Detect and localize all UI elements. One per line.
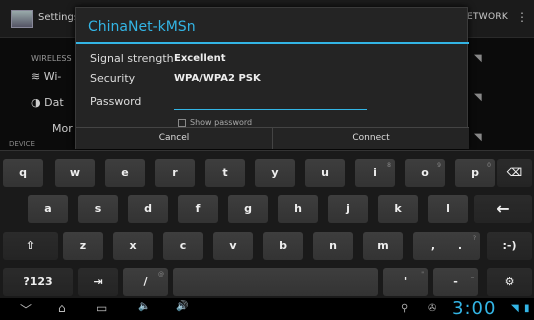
key-r[interactable]: r: [155, 159, 195, 187]
key-period[interactable]: .?: [440, 232, 480, 260]
key-apostrophe[interactable]: ' ": [383, 268, 428, 296]
key-h[interactable]: h: [278, 195, 318, 223]
emoji-key[interactable]: :-): [487, 232, 532, 260]
tab-key[interactable]: ⇥: [78, 268, 118, 296]
key-label: .: [457, 239, 463, 252]
keyboard-settings-key[interactable]: ⚙: [487, 268, 532, 296]
key-label: /: [143, 275, 148, 288]
backspace-key[interactable]: ⌫: [497, 159, 532, 187]
key-hint: _: [471, 271, 474, 278]
cancel-button[interactable]: Cancel: [76, 128, 273, 149]
checkbox-box: [178, 118, 186, 127]
key-c[interactable]: c: [163, 232, 203, 260]
key-y[interactable]: y: [255, 159, 295, 187]
key-label: o: [421, 166, 429, 179]
shift-key[interactable]: ⇧: [3, 232, 58, 260]
connect-button[interactable]: Connect: [273, 128, 469, 149]
wifi-connect-dialog: ChinaNet-kMSn Signal strength Excellent …: [75, 7, 469, 149]
navigation-bar: ﹀ ⌂ ▭ 🔈 🔊 ⚲ ✇ 3:00 ◥ ▮: [0, 298, 534, 320]
dialog-button-bar: Cancel Connect: [76, 127, 469, 149]
signal-strength-label: Signal strength: [90, 52, 174, 65]
key-dash[interactable]: - _: [433, 268, 478, 296]
key-label: ': [403, 275, 408, 288]
key-g[interactable]: g: [228, 195, 268, 223]
recent-apps-icon[interactable]: ▭: [96, 301, 107, 315]
add-network-button[interactable]: ETWORK: [467, 12, 508, 22]
settings-app-icon: [11, 10, 33, 28]
key-t[interactable]: t: [205, 159, 245, 187]
key-d[interactable]: d: [128, 195, 168, 223]
key-hint: ": [421, 271, 424, 278]
battery-icon: ▮: [524, 303, 530, 314]
show-password-checkbox[interactable]: Show password: [178, 118, 252, 127]
key-label: p: [471, 166, 479, 179]
clock: 3:00: [452, 298, 497, 319]
space-key[interactable]: [173, 268, 378, 296]
key-slash[interactable]: / @: [123, 268, 168, 296]
device-header: DEVICE: [9, 140, 35, 148]
key-s[interactable]: s: [78, 195, 118, 223]
app-title: Settings: [38, 12, 80, 23]
key-v[interactable]: v: [213, 232, 253, 260]
security-value: WPA/WPA2 PSK: [174, 73, 261, 84]
key-hint: ?: [472, 235, 476, 242]
key-x[interactable]: x: [113, 232, 153, 260]
signal-strength-value: Excellent: [174, 53, 226, 64]
key-b[interactable]: b: [263, 232, 303, 260]
key-w[interactable]: w: [55, 159, 95, 187]
key-label: -: [453, 275, 458, 288]
key-l[interactable]: l: [428, 195, 468, 223]
back-icon[interactable]: ﹀: [20, 301, 32, 318]
data-label: Dat: [44, 96, 64, 109]
wifi-signal-icon: ◥: [474, 92, 482, 103]
wifi-status-icon: ◥: [511, 303, 519, 314]
password-label: Password: [90, 95, 142, 108]
usb-icon: ⚲: [401, 303, 409, 314]
enter-key[interactable]: ←: [474, 195, 532, 223]
usb-debug-icon: ✇: [428, 303, 437, 314]
key-a[interactable]: a: [28, 195, 68, 223]
wifi-setting-item[interactable]: ≋ Wi-: [31, 70, 61, 83]
key-p[interactable]: p0: [455, 159, 495, 187]
home-icon[interactable]: ⌂: [58, 301, 66, 315]
symbols-key[interactable]: ?123: [3, 268, 73, 296]
key-f[interactable]: f: [178, 195, 218, 223]
key-i[interactable]: i8: [355, 159, 395, 187]
volume-up-icon[interactable]: 🔊: [176, 301, 188, 312]
key-label: ,: [430, 239, 436, 252]
overflow-menu-icon[interactable]: ⋮: [516, 10, 528, 24]
key-o[interactable]: o9: [405, 159, 445, 187]
key-z[interactable]: z: [63, 232, 103, 260]
wireless-header: WIRELESS: [31, 54, 72, 63]
key-q[interactable]: q: [3, 159, 43, 187]
volume-down-icon[interactable]: 🔈: [138, 301, 150, 312]
key-e[interactable]: e: [105, 159, 145, 187]
key-hint: 9: [437, 162, 441, 169]
show-password-label: Show password: [190, 118, 253, 127]
key-m[interactable]: m: [363, 232, 403, 260]
wifi-signal-icon: ◥: [474, 53, 482, 64]
dialog-title: ChinaNet-kMSn: [88, 19, 196, 35]
more-item[interactable]: Mor: [52, 122, 73, 135]
key-j[interactable]: j: [328, 195, 368, 223]
key-hint: 0: [487, 162, 491, 169]
key-k[interactable]: k: [378, 195, 418, 223]
key-hint: 8: [387, 162, 391, 169]
password-input[interactable]: [174, 92, 367, 110]
key-hint: @: [158, 271, 164, 278]
key-n[interactable]: n: [313, 232, 353, 260]
data-usage-item[interactable]: ◑ Dat: [31, 96, 64, 109]
wifi-signal-icon: ◥: [474, 132, 482, 143]
key-label: i: [373, 166, 377, 179]
security-label: Security: [90, 72, 136, 85]
wifi-label: Wi-: [43, 70, 62, 83]
soft-keyboard: q w e r t y u i8 o9 p0 ⌫ a s d f g h j k…: [0, 150, 534, 298]
key-u[interactable]: u: [305, 159, 345, 187]
title-divider: [76, 42, 469, 44]
